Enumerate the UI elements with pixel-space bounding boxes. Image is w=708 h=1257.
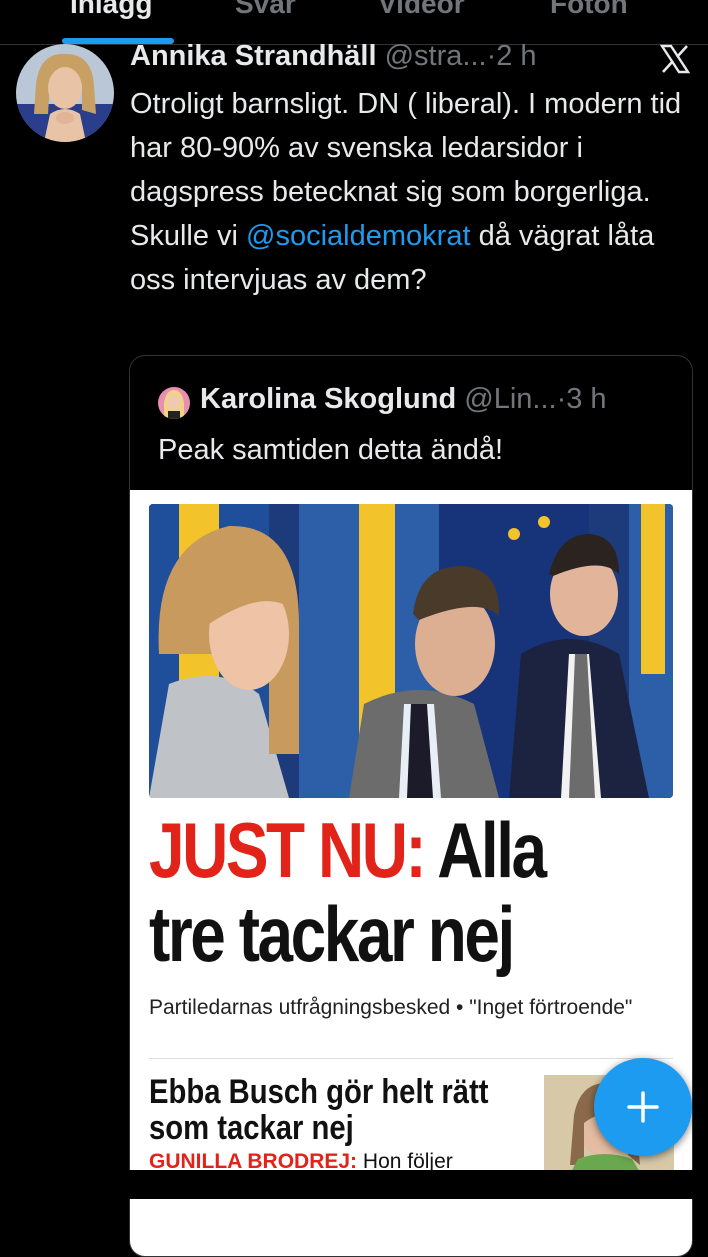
quoted-author-handle[interactable]: @Lin... xyxy=(464,383,556,415)
author-name[interactable]: Annika Strandhäll xyxy=(130,40,377,72)
tweet-text: Otroligt barnsligt. DN ( liberal). I mod… xyxy=(130,82,690,302)
quoted-author: Karolina Skoglund @Lin...·3 h xyxy=(200,383,607,416)
tweet-author: Annika Strandhäll @stra...·2 h xyxy=(130,40,537,73)
tab-videor[interactable]: Videor xyxy=(378,0,465,20)
tweet-body: Otroligt barnsligt. DN ( liberal). I mod… xyxy=(130,88,682,208)
quoted-author-name[interactable]: Karolina Skoglund xyxy=(200,383,456,415)
tweet-time: ·2 h xyxy=(486,40,537,72)
plus-icon xyxy=(627,1091,659,1123)
mention-link[interactable]: @socialdemokrat xyxy=(246,220,470,252)
article-sub-headline: Ebba Busch gör helt rätt som tackar nej xyxy=(149,1074,527,1146)
headline-black-2: tre tackar nej xyxy=(149,890,515,978)
article-photo xyxy=(149,504,673,798)
bottom-nav-edge xyxy=(0,1170,708,1199)
article-divider xyxy=(149,1058,673,1059)
article-headline: JUST NU: Alla tre tackar nej xyxy=(149,808,584,976)
article-subline: Partiledarnas utfrågningsbesked • "Inget… xyxy=(149,996,633,1019)
avatar[interactable] xyxy=(16,44,114,142)
quoted-time: ·3 h xyxy=(556,383,607,415)
profile-tabs: Inlägg Svar Videor Foton xyxy=(0,0,708,45)
compose-button[interactable] xyxy=(594,1058,692,1156)
tab-inlagg[interactable]: Inlägg xyxy=(70,0,152,20)
x-logo-icon[interactable] xyxy=(659,44,691,74)
author-handle[interactable]: @stra... xyxy=(385,40,487,72)
tweet-body-line2: Skulle vi xyxy=(130,220,247,252)
headline-red: JUST NU: xyxy=(149,806,427,894)
tab-foton[interactable]: Foton xyxy=(550,0,628,20)
quoted-text: Peak samtiden detta ändå! xyxy=(158,434,504,466)
sub-headline-1: Ebba Busch gör helt rätt xyxy=(149,1073,489,1111)
quoted-avatar[interactable] xyxy=(158,387,190,419)
sub-headline-2: som tackar nej xyxy=(149,1109,354,1147)
tab-svar[interactable]: Svar xyxy=(235,0,296,20)
headline-black-1: Alla xyxy=(424,806,547,894)
